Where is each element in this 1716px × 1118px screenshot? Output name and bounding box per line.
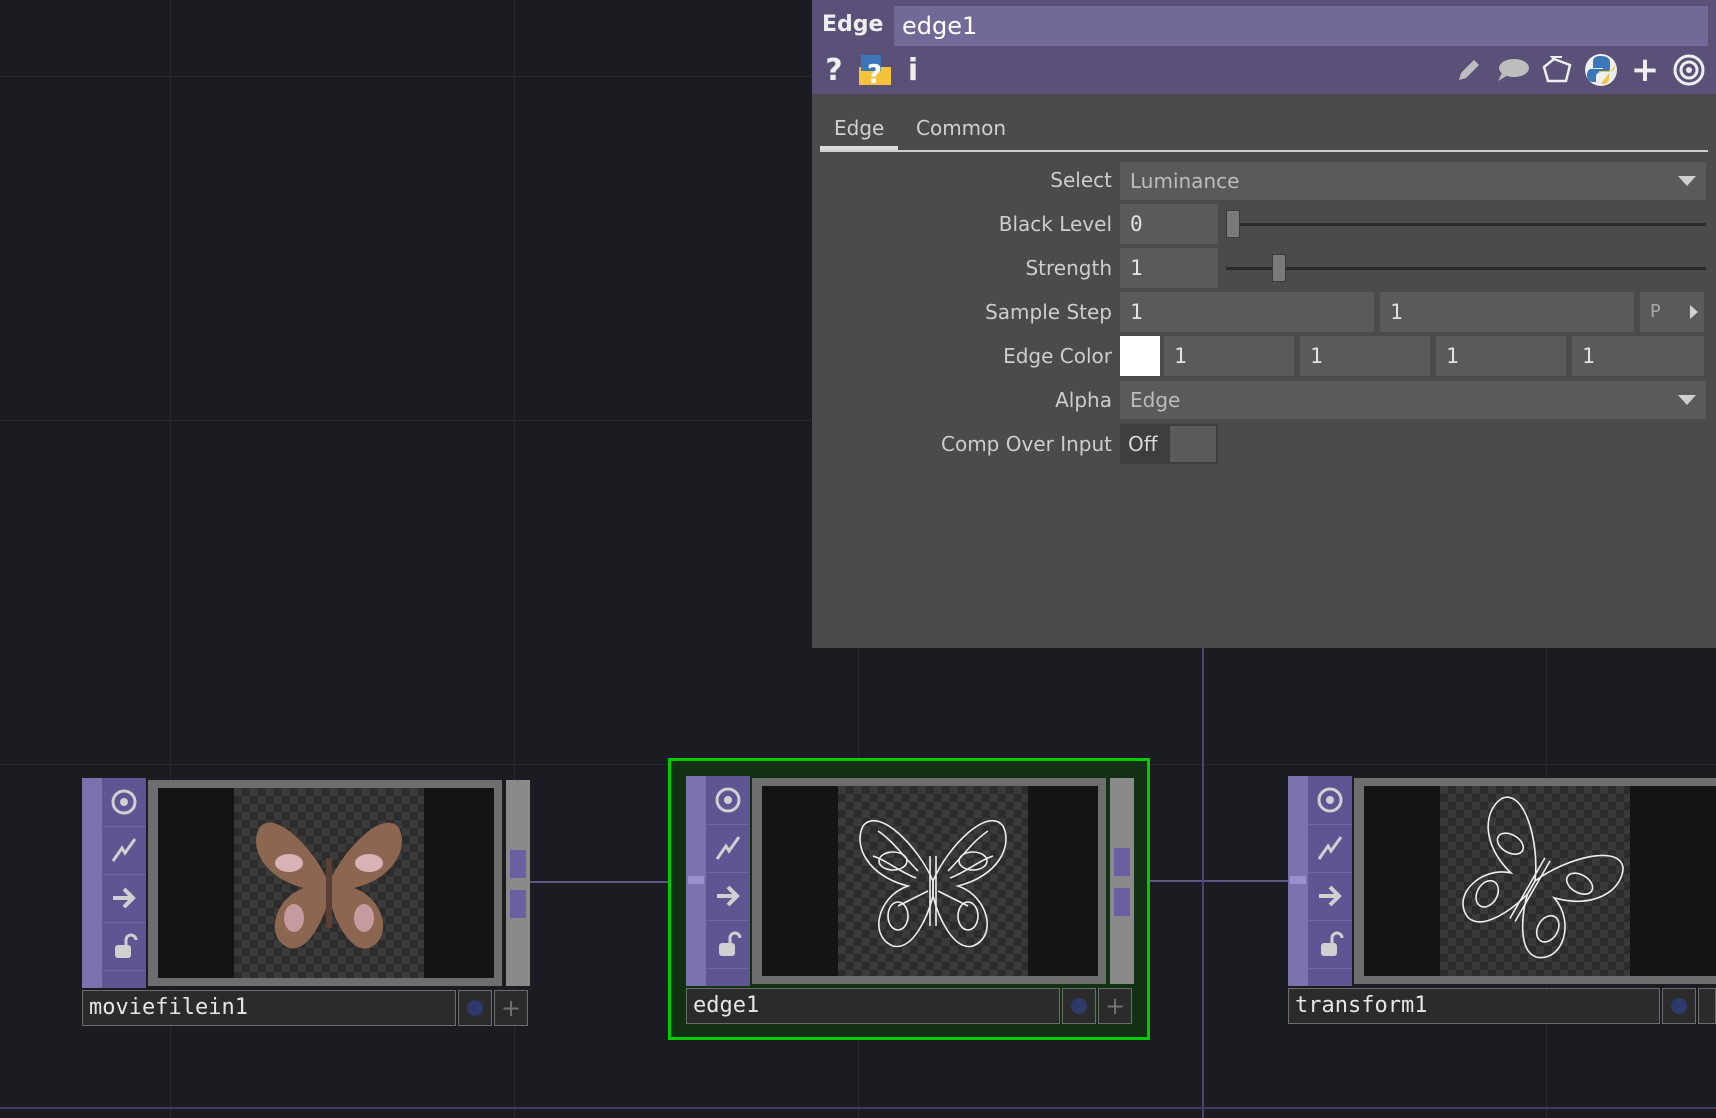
python-icon[interactable] (1582, 52, 1620, 88)
parameter-tabs: Edge Common (820, 106, 1708, 152)
tab-common[interactable]: Common (902, 110, 1020, 146)
operator-name-field[interactable]: edge1 (894, 6, 1708, 46)
add-icon[interactable]: + (1626, 50, 1664, 90)
chevron-down-icon (1678, 395, 1696, 405)
black-level-slider-handle[interactable] (1226, 210, 1240, 238)
butterfly-edge-image (859, 819, 1007, 948)
node-output-strip (1110, 778, 1134, 984)
node-flag-column (706, 776, 750, 986)
comp-over-input-value: Off (1128, 432, 1158, 456)
select-value: Luminance (1130, 169, 1240, 193)
plus-icon: + (1104, 992, 1126, 1020)
black-level-label: Black Level (998, 212, 1112, 236)
node-viewer-toggle[interactable] (1062, 988, 1096, 1024)
wire-edge1-transform1[interactable] (1130, 880, 1290, 882)
node-add-button[interactable]: + (1098, 988, 1132, 1024)
python-help-icon[interactable]: ? (856, 52, 894, 88)
input-port[interactable] (688, 876, 704, 884)
node-moviefilein1[interactable]: moviefilein1 + (82, 778, 530, 1028)
lock-icon[interactable] (706, 920, 750, 969)
bypass-icon[interactable] (102, 826, 146, 875)
butterfly-transformed-image (1462, 796, 1624, 959)
node-name-label[interactable]: edge1 (686, 988, 1060, 1024)
edit-icon[interactable] (1452, 52, 1486, 88)
help-icon[interactable]: ? (820, 52, 848, 88)
node-add-button[interactable] (1698, 988, 1716, 1024)
viewer-icon[interactable] (706, 776, 750, 825)
lock-icon[interactable] (102, 922, 146, 971)
clone-icon[interactable] (1538, 52, 1576, 88)
chevron-down-icon (1678, 176, 1696, 186)
parameter-panel: Edge edge1 ? ? i + Edge Common Select Lu… (812, 0, 1716, 648)
display-arrow-icon[interactable] (706, 872, 750, 921)
node-edge1[interactable]: edge1 + (686, 776, 1134, 1026)
dot-icon (1071, 998, 1087, 1014)
node-viewer-toggle[interactable] (458, 990, 492, 1026)
bypass-icon[interactable] (706, 824, 750, 873)
comp-over-input-toggle[interactable]: Off (1120, 424, 1218, 464)
node-output-strip (506, 780, 530, 986)
plus-icon: + (500, 994, 522, 1022)
edge-color-b-field[interactable]: 1 (1436, 336, 1566, 376)
sample-step-label: Sample Step (985, 300, 1112, 324)
node-transform1[interactable]: transform1 (1288, 776, 1716, 1026)
node-viewer-toggle[interactable] (1662, 988, 1696, 1024)
toggle-switch (1170, 426, 1216, 462)
node-add-button[interactable]: + (494, 990, 528, 1026)
sample-step-x-field[interactable]: 1 (1120, 292, 1374, 332)
select-label: Select (1050, 168, 1112, 192)
display-arrow-icon[interactable] (1308, 872, 1352, 921)
panel-header: Edge edge1 ? ? i + (812, 0, 1716, 94)
edge-color-label: Edge Color (1003, 344, 1112, 368)
node-flag-column (1308, 776, 1352, 986)
viewer-icon[interactable] (1308, 776, 1352, 825)
bypass-icon[interactable] (1308, 824, 1352, 873)
comment-icon[interactable] (1494, 52, 1532, 88)
wire-vertical (1202, 648, 1204, 1118)
node-name-label[interactable]: moviefilein1 (82, 990, 456, 1026)
dot-icon (467, 1000, 483, 1016)
edge-color-a-field[interactable]: 1 (1572, 336, 1704, 376)
operator-type-label: Edge (822, 12, 884, 37)
chevron-right-icon (1690, 305, 1698, 319)
display-arrow-icon[interactable] (102, 874, 146, 923)
node-flag-column (102, 778, 146, 988)
wire-moviefilein1-edge1[interactable] (530, 881, 690, 883)
info-icon[interactable]: i (902, 52, 924, 88)
strength-label: Strength (1025, 256, 1112, 280)
output-port[interactable] (1114, 888, 1130, 916)
dot-icon (1671, 998, 1687, 1014)
comp-over-input-label: Comp Over Input (941, 432, 1112, 456)
edge-color-r-field[interactable]: 1 (1164, 336, 1294, 376)
edge-color-g-field[interactable]: 1 (1300, 336, 1430, 376)
select-dropdown[interactable]: Luminance (1120, 162, 1706, 200)
black-level-field[interactable]: 0 (1120, 204, 1218, 244)
alpha-dropdown[interactable]: Edge (1120, 381, 1706, 419)
sample-step-p-label: P (1650, 301, 1661, 322)
target-icon[interactable] (1670, 52, 1708, 88)
output-port[interactable] (1114, 848, 1130, 876)
node-name-label[interactable]: transform1 (1288, 988, 1660, 1024)
edge-color-swatch[interactable] (1120, 336, 1160, 376)
strength-field[interactable]: 1 (1120, 248, 1218, 288)
strength-slider-handle[interactable] (1272, 254, 1286, 282)
black-level-slider-track[interactable] (1226, 223, 1706, 226)
output-port[interactable] (510, 890, 526, 918)
butterfly-image (256, 822, 402, 949)
sample-step-y-field[interactable]: 1 (1380, 292, 1634, 332)
svg-text:?: ? (867, 60, 882, 87)
viewer-icon[interactable] (102, 778, 146, 827)
alpha-label: Alpha (1055, 388, 1112, 412)
lock-icon[interactable] (1308, 920, 1352, 969)
tab-edge[interactable]: Edge (820, 110, 899, 150)
strength-slider-track[interactable] (1226, 267, 1706, 270)
sample-step-p-button[interactable]: P (1640, 292, 1704, 332)
input-port[interactable] (1290, 876, 1306, 884)
wire-bottom (0, 1107, 1716, 1109)
alpha-value: Edge (1130, 388, 1181, 412)
output-port[interactable] (510, 850, 526, 878)
node-input-strip (82, 778, 102, 988)
